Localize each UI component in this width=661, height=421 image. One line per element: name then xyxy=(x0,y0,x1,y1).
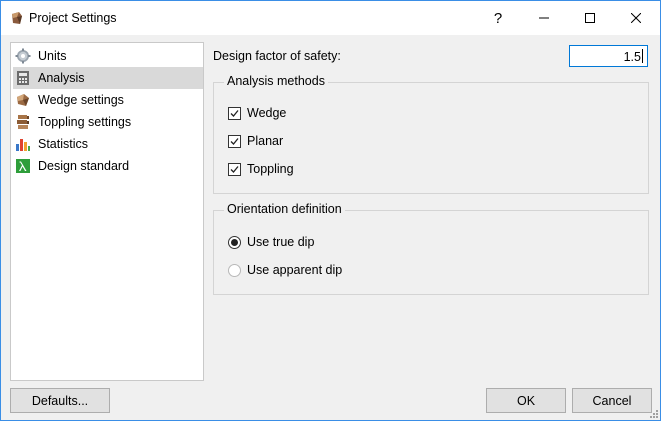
checkbox-box[interactable] xyxy=(228,162,241,176)
fos-value: 1.5 xyxy=(623,50,641,64)
use-true-dip-radio[interactable]: Use true dip xyxy=(228,234,314,250)
text-caret xyxy=(642,49,643,63)
minimize-button[interactable] xyxy=(521,1,567,35)
window-title: Project Settings xyxy=(29,11,117,25)
toppling-checkbox[interactable]: Toppling xyxy=(228,161,294,177)
wedge-checkbox[interactable]: Wedge xyxy=(228,105,286,121)
use-true-dip-label: Use true dip xyxy=(247,235,315,249)
calculator-icon xyxy=(17,71,29,85)
planar-checkbox[interactable]: Planar xyxy=(228,133,283,149)
title-bar[interactable]: Project Settings ? xyxy=(1,1,660,35)
analysis-methods-title: Analysis methods xyxy=(224,74,328,88)
radio-button[interactable] xyxy=(228,235,241,249)
design-factor-of-safety-label: Design factor of safety: xyxy=(213,49,341,63)
wedge-block-icon xyxy=(17,94,29,106)
planar-checkbox-label: Planar xyxy=(247,134,284,148)
lambda-icon xyxy=(16,159,30,173)
checkmark-icon xyxy=(230,137,239,145)
close-icon xyxy=(631,13,641,23)
nav-item-label: Units xyxy=(38,49,67,63)
nav-item-wedge-settings[interactable]: Wedge settings xyxy=(13,89,203,111)
ok-button[interactable]: OK xyxy=(486,388,566,413)
defaults-button[interactable]: Defaults... xyxy=(10,388,110,413)
design-factor-of-safety-input[interactable]: 1.5 xyxy=(569,45,648,67)
nav-item-label: Analysis xyxy=(38,71,85,85)
help-icon: ? xyxy=(493,9,503,27)
toppling-blocks-icon xyxy=(17,115,29,129)
checkmark-icon xyxy=(230,165,239,173)
orientation-definition-title: Orientation definition xyxy=(224,202,345,216)
nav-item-design-standard[interactable]: Design standard xyxy=(13,155,203,177)
gear-icon xyxy=(15,48,31,64)
bar-chart-icon xyxy=(16,139,30,151)
resize-grip-icon[interactable] xyxy=(648,408,658,418)
nav-item-statistics[interactable]: Statistics xyxy=(13,133,203,155)
nav-item-units[interactable]: Units xyxy=(13,45,203,67)
use-apparent-dip-radio[interactable]: Use apparent dip xyxy=(228,262,342,278)
nav-item-toppling-settings[interactable]: Toppling settings xyxy=(13,111,203,133)
maximize-button[interactable] xyxy=(567,1,613,35)
toppling-checkbox-label: Toppling xyxy=(247,162,294,176)
orientation-definition-group: Orientation definition Use true dip Use … xyxy=(213,202,649,295)
analysis-methods-group: Analysis methods Wedge Planar Toppling xyxy=(213,74,649,194)
checkbox-box[interactable] xyxy=(228,134,241,148)
checkmark-icon xyxy=(230,109,239,117)
nav-item-label: Design standard xyxy=(38,159,130,173)
maximize-icon xyxy=(585,13,595,23)
wedge-checkbox-label: Wedge xyxy=(247,106,287,120)
nav-item-analysis[interactable]: Analysis xyxy=(13,67,203,89)
use-apparent-dip-label: Use apparent dip xyxy=(247,263,343,277)
radio-selected-dot xyxy=(231,238,238,246)
minimize-icon xyxy=(539,17,549,19)
nav-item-label: Statistics xyxy=(38,137,89,151)
checkbox-box[interactable] xyxy=(228,106,241,120)
app-icon xyxy=(9,10,25,26)
nav-item-label: Toppling settings xyxy=(38,115,132,129)
nav-item-label: Wedge settings xyxy=(38,93,124,107)
project-settings-window: Project Settings ? Units Analysis Wedge … xyxy=(0,0,661,421)
cancel-button[interactable]: Cancel xyxy=(572,388,652,413)
radio-button[interactable] xyxy=(228,263,241,277)
settings-nav-list: Units Analysis Wedge settings Toppling s… xyxy=(10,42,204,381)
close-button[interactable] xyxy=(613,1,659,35)
help-button[interactable]: ? xyxy=(475,1,521,35)
